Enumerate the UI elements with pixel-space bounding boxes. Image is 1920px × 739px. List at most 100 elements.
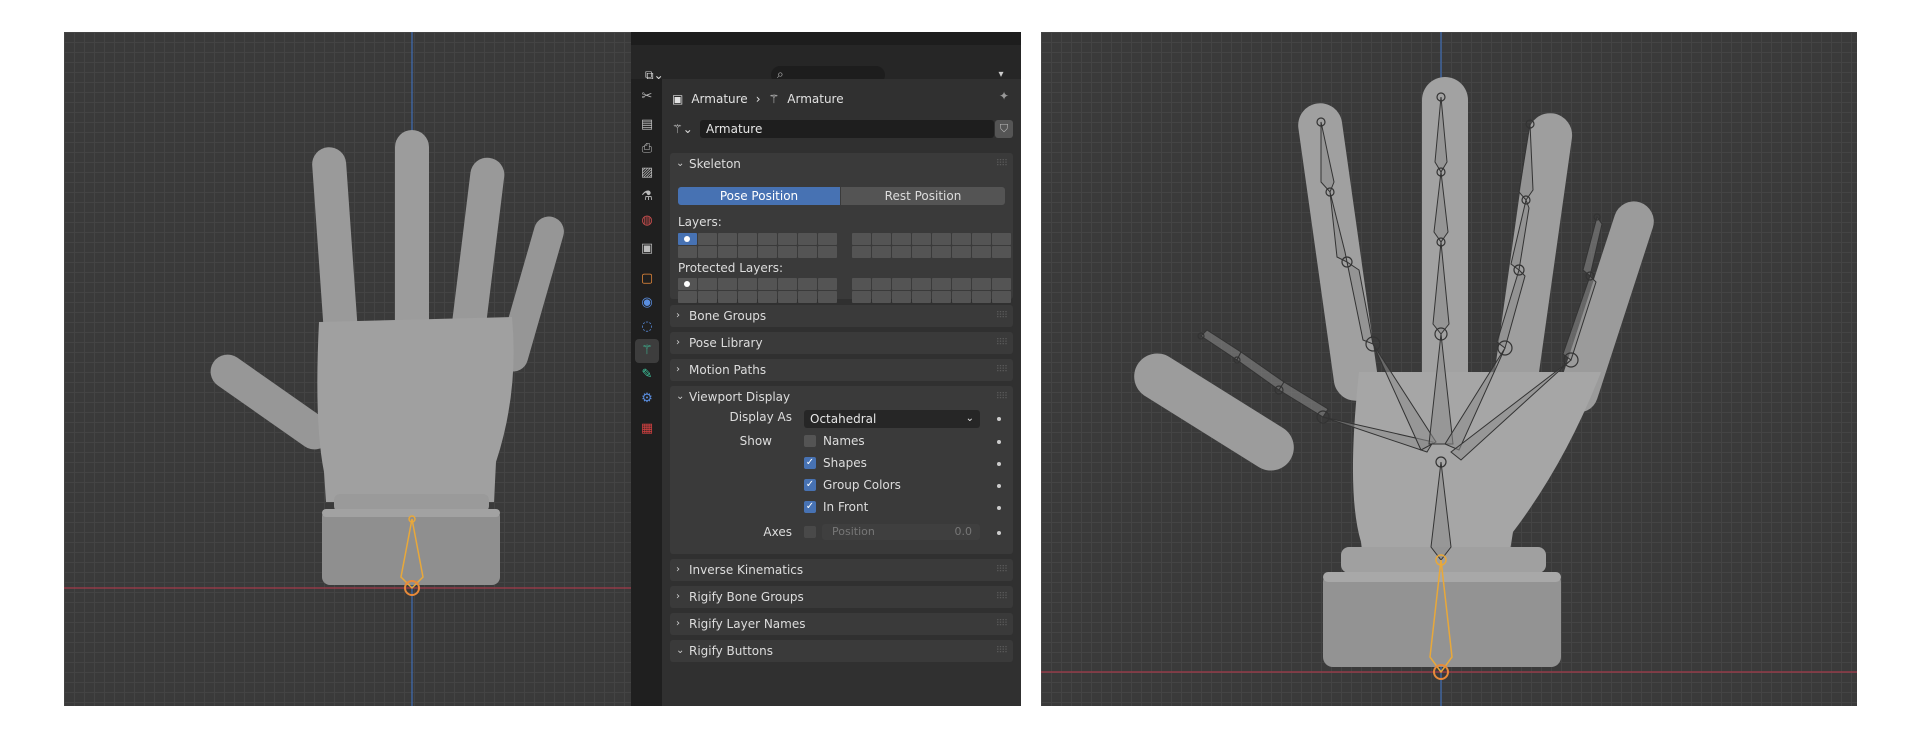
motion-paths-panel[interactable]: › Motion Paths ⠿⠿ <box>670 359 1013 381</box>
fake-user-button[interactable]: ⛉ <box>995 120 1013 138</box>
drag-handle[interactable]: ⠿⠿ <box>996 153 1008 175</box>
keyframe-dot[interactable] <box>997 462 1001 466</box>
tab-render[interactable]: ▤ <box>635 113 659 137</box>
drag-handle[interactable]: ⠿⠿ <box>996 332 1008 354</box>
names-label: Names <box>823 434 865 448</box>
render-icon: ▤ <box>640 117 654 132</box>
rest-position-button[interactable]: Rest Position <box>841 187 1005 205</box>
area-top-border <box>631 32 1021 45</box>
drag-handle[interactable]: ⠿⠿ <box>996 359 1008 381</box>
datablock-browse-button[interactable]: ⚚⌄ <box>672 120 700 138</box>
pin-icon[interactable]: ✦ <box>999 89 1009 103</box>
motion-paths-title: Motion Paths <box>689 363 767 377</box>
viewport-display-panel: ⌄ Viewport Display ⠿⠿ Display As Octahed… <box>670 386 1013 554</box>
chevron-right-icon: › <box>676 337 680 348</box>
drag-handle[interactable]: ⠿⠿ <box>996 386 1008 408</box>
breadcrumb: ▣ Armature › ⚚ Armature <box>672 89 844 109</box>
chevron-down-icon: ⌄ <box>676 158 685 169</box>
properties-editor: ⧉⌄ ⌕ ▾ ✂ ▤ ⎙ ▨ ⚗ ◍ ▣ ▢ ◉ ◌ ⚚ ✎ ⚙ ▦ ▣ Arm… <box>631 32 1021 706</box>
collection-icon: ▣ <box>640 241 654 256</box>
pose-library-panel[interactable]: › Pose Library ⠿⠿ <box>670 332 1013 354</box>
modifier-icon: ◉ <box>641 295 653 310</box>
shapes-checkbox[interactable]: ✓ <box>804 457 816 469</box>
position-value: 0.0 <box>954 525 973 538</box>
scene-icon: ⚗ <box>641 189 653 204</box>
tab-physics[interactable]: ◌ <box>635 315 659 339</box>
pose-library-title: Pose Library <box>689 336 763 350</box>
rigify-bone-groups-panel[interactable]: › Rigify Bone Groups ⠿⠿ <box>670 586 1013 608</box>
tab-collection[interactable]: ▣ <box>635 237 659 261</box>
rigify-layer-names-panel[interactable]: › Rigify Layer Names ⠿⠿ <box>670 613 1013 635</box>
layers-grid-b[interactable] <box>852 233 1011 258</box>
thumb <box>1134 353 1294 471</box>
tab-armature-data[interactable]: ⚚ <box>635 339 659 363</box>
object-data-icon: ▣ <box>672 92 684 106</box>
tab-texture[interactable]: ▦ <box>635 417 659 441</box>
inverse-kinematics-title: Inverse Kinematics <box>689 563 804 577</box>
output-icon: ⎙ <box>641 141 653 156</box>
chevron-right-icon: › <box>676 310 680 321</box>
tab-object[interactable]: ▢ <box>635 267 659 291</box>
viewport-display-header[interactable]: ⌄ Viewport Display ⠿⠿ <box>670 386 1013 408</box>
drag-handle[interactable]: ⠿⠿ <box>996 586 1008 608</box>
tab-world[interactable]: ◍ <box>635 209 659 233</box>
drag-handle[interactable]: ⠿⠿ <box>996 559 1008 581</box>
viewport-display-title: Viewport Display <box>689 390 791 404</box>
properties-header: ⧉⌄ ⌕ ▾ <box>631 45 1021 84</box>
skeleton-title: Skeleton <box>689 157 741 171</box>
tab-modifiers[interactable]: ◉ <box>635 291 659 315</box>
in-front-label: In Front <box>823 500 869 514</box>
group-colors-checkbox[interactable]: ✓ <box>804 479 816 491</box>
skeleton-panel-header[interactable]: ⌄ Skeleton ⠿⠿ <box>670 153 1013 175</box>
physics-icon: ◌ <box>641 319 653 334</box>
layers-grid-a[interactable] <box>678 233 837 258</box>
inverse-kinematics-panel[interactable]: › Inverse Kinematics ⠿⠿ <box>670 559 1013 581</box>
ring-finger <box>1493 113 1573 401</box>
bone-icon: ✎ <box>641 367 653 382</box>
chevron-right-icon: › <box>676 618 680 629</box>
breadcrumb-object: Armature <box>691 92 748 106</box>
keyframe-dot[interactable] <box>997 440 1001 444</box>
tab-tool[interactable]: ✂ <box>635 85 659 109</box>
keyframe-dot[interactable] <box>997 417 1001 421</box>
tab-bone[interactable]: ✎ <box>635 363 659 387</box>
armature-datablock-selector: ⚚⌄ Armature ⛉ <box>672 120 1013 138</box>
pose-position-button[interactable]: Pose Position <box>678 187 840 205</box>
names-checkbox[interactable] <box>804 435 816 447</box>
tab-scene[interactable]: ⚗ <box>635 185 659 209</box>
bone-groups-panel[interactable]: › Bone Groups ⠿⠿ <box>670 305 1013 327</box>
protected-layers-grid-b[interactable] <box>852 278 1011 303</box>
keyframe-dot[interactable] <box>997 531 1001 535</box>
protected-layers-grid-a[interactable] <box>678 278 837 303</box>
datablock-name-field[interactable]: Armature <box>700 120 994 138</box>
chevron-right-icon: › <box>676 564 680 575</box>
layers-label: Layers: <box>678 215 722 229</box>
axes-checkbox[interactable] <box>804 526 816 538</box>
show-label: Show <box>739 434 772 448</box>
properties-tabs: ✂ ▤ ⎙ ▨ ⚗ ◍ ▣ ▢ ◉ ◌ ⚚ ✎ ⚙ ▦ <box>631 79 662 706</box>
drag-handle[interactable]: ⠿⠿ <box>996 613 1008 635</box>
viewport-right[interactable] <box>1041 32 1857 706</box>
protected-layer-1[interactable] <box>678 278 697 290</box>
axes-position-field[interactable]: Position 0.0 <box>822 524 980 540</box>
keyframe-dot[interactable] <box>997 506 1001 510</box>
armature-icon: ⚚⌄ <box>672 122 693 136</box>
armature-icon: ⚚ <box>768 92 780 106</box>
tab-bone-constraints[interactable]: ⚙ <box>635 387 659 411</box>
shield-icon: ⛉ <box>999 122 1009 135</box>
drag-handle[interactable]: ⠿⠿ <box>996 640 1008 662</box>
drag-handle[interactable]: ⠿⠿ <box>996 305 1008 327</box>
layer-1[interactable] <box>678 233 697 245</box>
keyframe-dot[interactable] <box>997 484 1001 488</box>
in-front-checkbox[interactable]: ✓ <box>804 501 816 513</box>
viewport-left[interactable] <box>64 32 631 706</box>
display-as-dropdown[interactable]: Octahedral ⌄ <box>804 410 980 428</box>
skeleton-panel: ⌄ Skeleton ⠿⠿ Pose Position Rest Positio… <box>670 153 1013 303</box>
group-colors-label: Group Colors <box>823 478 901 492</box>
breadcrumb-separator: › <box>755 92 761 106</box>
texture-icon: ▦ <box>640 421 654 436</box>
tab-view-layer[interactable]: ▨ <box>635 161 659 185</box>
tab-output[interactable]: ⎙ <box>635 137 659 161</box>
bone-constraint-icon: ⚙ <box>641 391 653 406</box>
rigify-buttons-panel[interactable]: ⌄ Rigify Buttons ⠿⠿ <box>670 640 1013 662</box>
